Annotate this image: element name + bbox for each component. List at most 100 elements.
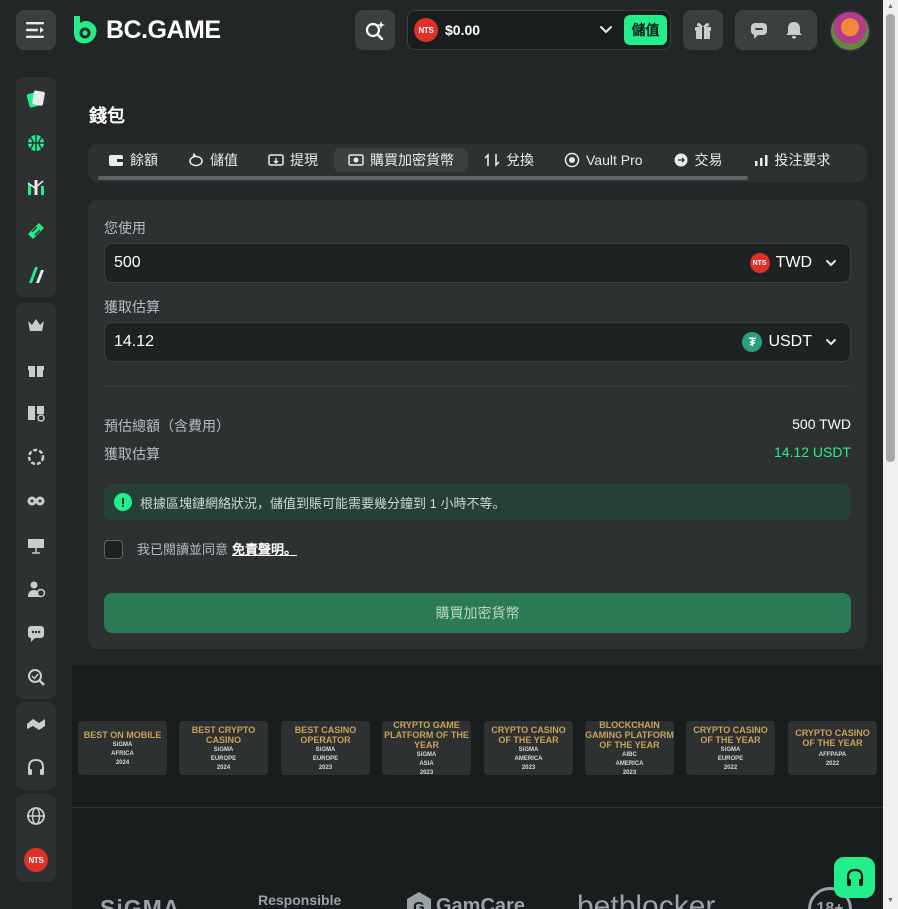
agree-checkbox[interactable] <box>104 539 123 559</box>
gamcare-logo[interactable]: G GamCare <box>406 891 525 909</box>
buy-crypto-card: 您使用 500 NTS TWD 獲取估算 14.12 ₮ USDT 預估總額（含… <box>88 200 867 649</box>
search-icon <box>365 21 385 40</box>
balance-selector[interactable]: NTS $0.00 儲值 <box>407 10 671 50</box>
sidebar-item-trading[interactable] <box>16 165 56 209</box>
sidebar-item-blog[interactable] <box>16 391 56 435</box>
deposit-button[interactable]: 儲值 <box>624 15 667 45</box>
svg-text:G: G <box>413 899 425 909</box>
rewards-button[interactable] <box>683 10 723 50</box>
tab-label: 購買加密貨幣 <box>370 152 454 168</box>
tab-label: Vault Pro <box>586 152 643 168</box>
sports-icon <box>28 135 44 151</box>
help-chat-button[interactable] <box>834 857 875 898</box>
buy-crypto-button[interactable]: 購買加密貨幣 <box>104 593 851 633</box>
award-region: EUROPE <box>210 755 237 762</box>
sidebar-item-spin[interactable] <box>16 435 56 479</box>
award-badge: CRYPTO CASINO OF THE YEAR SiGMA AMERICA 202… <box>484 721 573 775</box>
vip-crown-icon <box>28 319 44 331</box>
award-badge: CRYPTO CASINO OF THE YEAR AFFPAPA 2022 <box>788 721 877 775</box>
bc-game-logo[interactable]: BC.GAME <box>70 12 221 48</box>
award-org: SiGMA <box>720 746 741 753</box>
estimate-amount-input[interactable]: 14.12 ₮ USDT <box>104 322 851 362</box>
tab-deposit[interactable]: 儲值 <box>174 148 252 172</box>
tab-label: 交易 <box>694 152 723 168</box>
award-region: EUROPE <box>312 755 339 762</box>
tab-label: 儲值 <box>210 152 238 168</box>
sidebar-item-forum[interactable] <box>16 611 56 655</box>
award-year: 2023 <box>622 769 637 776</box>
award-title: BEST CASINO OPERATOR <box>294 724 357 745</box>
user-avatar[interactable] <box>829 10 871 52</box>
tab-label: 餘額 <box>130 152 158 168</box>
award-title: BEST CRYPTO CASINO <box>191 724 256 745</box>
sidebar-item-language[interactable] <box>16 794 56 838</box>
award-title: BEST ON MOBILE <box>83 729 162 740</box>
top-header: BC.GAME NTS $0.00 儲值 <box>0 0 883 60</box>
award-year: 2022 <box>723 764 738 771</box>
sidebar-item-bonus[interactable] <box>16 347 56 391</box>
chat-icon[interactable] <box>749 20 769 40</box>
scroll-down-arrow-icon[interactable]: ▼ <box>886 896 895 905</box>
award-badge: BEST ON MOBILE SiGMA AFRICA 2024 <box>78 721 167 775</box>
tab-swap[interactable]: 兌換 <box>470 148 548 172</box>
award-title: CRYPTO CASINO OF THE YEAR <box>795 728 870 748</box>
sidebar-item-lottery[interactable] <box>16 209 56 253</box>
sidebar-item-sponsorship[interactable] <box>16 702 56 746</box>
sidebar-item-casino[interactable] <box>16 77 56 121</box>
blog-icon <box>28 406 45 422</box>
sidebar-item-stream[interactable] <box>16 523 56 567</box>
usdt-coin-icon: ₮ <box>742 332 763 352</box>
left-sidebar: NTS <box>0 60 72 909</box>
award-org: SiGMA <box>518 746 539 753</box>
transaction-icon <box>674 153 688 167</box>
sidebar-item-sports[interactable] <box>16 121 56 165</box>
award-badge: CRYPTO CASINO OF THE YEAR SiGMA EUROPE 2022 <box>686 721 775 775</box>
sigma-partner-logo[interactable]: SiGMA <box>100 895 180 909</box>
fiat-currency-selector[interactable]: NTS TWD <box>749 244 838 282</box>
alert-icon: ! <box>114 493 132 511</box>
logo-mark-icon <box>74 16 97 44</box>
swap-icon <box>484 153 500 167</box>
disclaimer-link[interactable]: 免責聲明。 <box>232 542 297 557</box>
gamcare-g-icon: G <box>407 892 431 909</box>
card-divider <box>104 386 851 387</box>
responsible-gambling-logo[interactable]: Responsible Gambling <box>258 893 358 909</box>
sidebar-support-group <box>16 702 56 790</box>
tabs-scrollbar[interactable] <box>98 176 748 180</box>
search-button[interactable] <box>355 10 395 50</box>
sidebar-item-fairness[interactable] <box>16 655 56 699</box>
page-scrollbar-thumb[interactable] <box>886 14 895 462</box>
tab-transactions[interactable]: 交易 <box>659 148 737 172</box>
tab-vault-pro[interactable]: Vault Pro <box>550 148 657 172</box>
sidebar-item-currency[interactable]: NTS <box>16 838 56 882</box>
award-year: 2024 <box>216 764 231 771</box>
tab-buy-crypto[interactable]: 購買加密貨幣 <box>334 148 468 172</box>
disclaimer-agreement: 我已閱讀並同意 免責聲明。 <box>104 539 297 559</box>
receive-value: 14.12 USDT <box>773 444 851 460</box>
award-region: AMERICA <box>615 760 644 767</box>
crypto-currency-selector[interactable]: ₮ USDT <box>742 323 838 361</box>
betblocker-logo[interactable]: betblocker <box>577 890 715 909</box>
notification-bell-icon[interactable] <box>784 20 804 40</box>
sidebar-item-promotions[interactable] <box>16 479 56 523</box>
stream-icon <box>28 539 44 554</box>
total-value: 500 TWD <box>792 416 851 432</box>
chat-bubble-icon <box>28 626 44 642</box>
chevron-down-icon <box>826 260 836 267</box>
sidebar-item-racing[interactable] <box>16 253 56 297</box>
sidebar-item-affiliate[interactable] <box>16 567 56 611</box>
menu-toggle-button[interactable] <box>16 10 56 50</box>
scroll-up-arrow-icon[interactable]: ▲ <box>886 2 895 11</box>
wallet-tabs: 餘額 儲值 提現 購買加密貨幣 兌換 Vault Pro 交易 投注要求 <box>88 144 867 182</box>
tab-label: 投注要求 <box>774 152 831 168</box>
sidebar-item-vip[interactable] <box>16 303 56 347</box>
tab-withdraw[interactable]: 提現 <box>254 148 332 172</box>
tab-balance[interactable]: 餘額 <box>94 148 172 172</box>
you-use-amount-input[interactable]: 500 NTS TWD <box>104 243 851 283</box>
award-badge: BEST CRYPTO CASINO SiGMA EUROPE 2024 <box>179 721 268 775</box>
spin-icon <box>27 448 45 466</box>
tab-bet-requirement[interactable]: 投注要求 <box>739 148 845 172</box>
page-title: 錢包 <box>89 106 125 126</box>
sidebar-item-live-support[interactable] <box>16 746 56 790</box>
chevron-down-icon[interactable] <box>599 23 613 37</box>
